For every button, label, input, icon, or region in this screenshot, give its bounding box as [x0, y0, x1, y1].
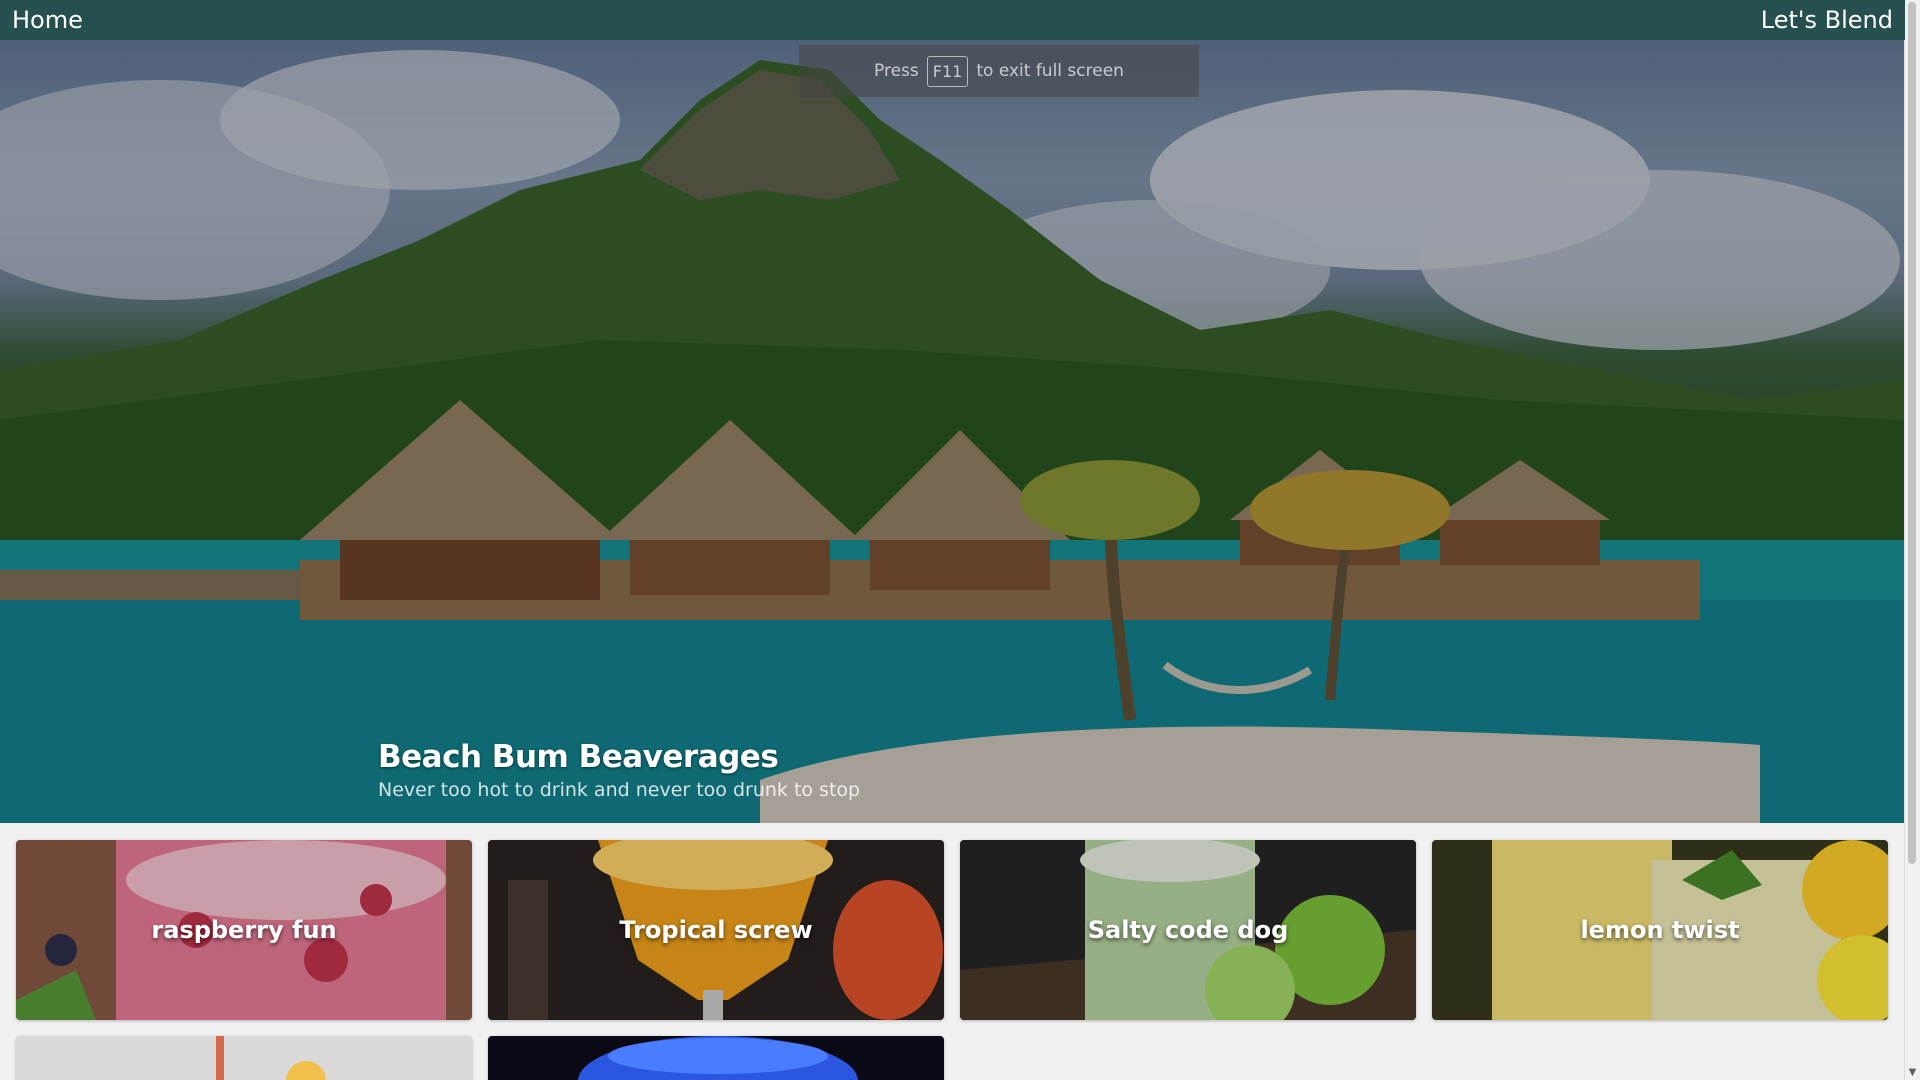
top-navbar: Home Let's Blend: [0, 0, 1905, 40]
hero-subtitle: Never too hot to drink and never too dru…: [378, 779, 861, 801]
f11-key: F11: [926, 55, 969, 87]
vertical-scrollbar[interactable]: ▼: [1904, 0, 1920, 1080]
drink-card-lemon-twist[interactable]: lemon twist: [1432, 840, 1888, 1020]
drink-name: [16, 1036, 472, 1080]
home-link[interactable]: Home: [0, 0, 95, 40]
hero-overlay: [0, 40, 1905, 823]
scroll-down-arrow-icon[interactable]: ▼: [1907, 1067, 1918, 1078]
drink-name: [488, 1036, 944, 1080]
page: Home Let's Blend Beach Bum Beaverages Ne…: [0, 0, 1920, 1080]
drink-card-salty-code-dog[interactable]: Salty code dog: [960, 840, 1416, 1020]
drink-name: Salty code dog: [1087, 916, 1289, 944]
drink-card-citrus[interactable]: [16, 1036, 472, 1080]
drink-name: lemon twist: [1580, 916, 1740, 944]
drink-card-blue[interactable]: [488, 1036, 944, 1080]
fullscreen-notice: Press F11 to exit full screen: [799, 45, 1199, 97]
hero-banner: Beach Bum Beaverages Never too hot to dr…: [0, 40, 1905, 823]
scrollbar-thumb[interactable]: [1908, 2, 1916, 864]
fullscreen-notice-suffix: to exit full screen: [976, 61, 1124, 81]
fullscreen-notice-prefix: Press: [874, 61, 919, 81]
drink-card-raspberry-fun[interactable]: raspberry fun: [16, 840, 472, 1020]
lets-blend-link[interactable]: Let's Blend: [1749, 0, 1905, 40]
hero-caption: Beach Bum Beaverages Never too hot to dr…: [378, 737, 860, 803]
hero-title: Beach Bum Beaverages: [378, 739, 779, 775]
drink-name: raspberry fun: [151, 916, 337, 944]
drink-card-tropical-screw[interactable]: Tropical screw: [488, 840, 944, 1020]
drink-name: Tropical screw: [619, 916, 813, 944]
